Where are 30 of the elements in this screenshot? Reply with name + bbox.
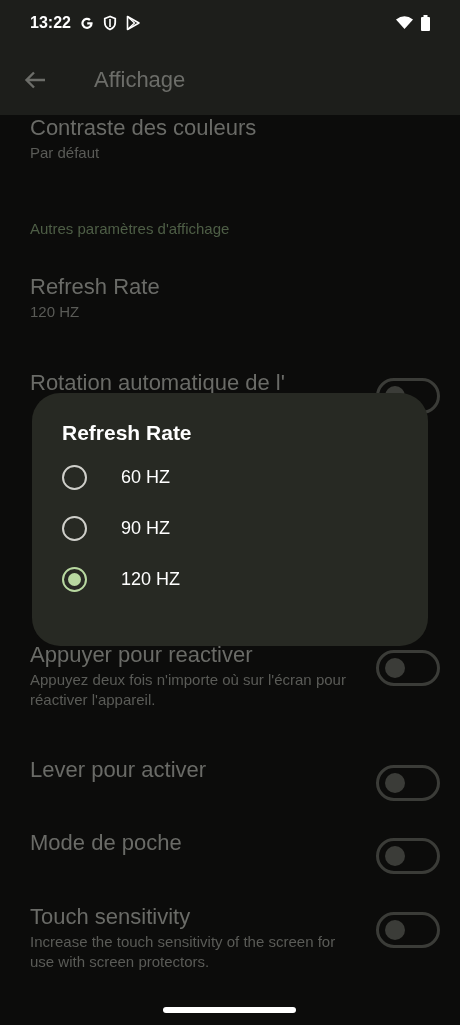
radio-button[interactable] bbox=[62, 465, 87, 490]
option-label[interactable]: 60 HZ bbox=[121, 467, 171, 488]
option-label[interactable]: 90 HZ bbox=[121, 518, 171, 539]
setting-title: Mode de poche bbox=[30, 830, 182, 856]
radio-button[interactable] bbox=[62, 516, 87, 541]
option-label[interactable]: 120 HZ bbox=[121, 569, 181, 590]
toggle-switch[interactable] bbox=[376, 650, 440, 686]
page-title: Affichage bbox=[94, 67, 186, 93]
status-time: 13:22 bbox=[30, 13, 71, 32]
setting-summary: Increase the touch sensitivity of the screen for use with screen protectors. bbox=[30, 932, 337, 972]
back-arrow-icon[interactable] bbox=[24, 71, 46, 89]
setting-title: Appuyer pour reactiver bbox=[30, 642, 254, 668]
toggle-switch[interactable] bbox=[376, 912, 440, 948]
setting-summary: 120 HZ bbox=[30, 302, 81, 322]
battery-icon bbox=[421, 14, 430, 31]
setting-summary: Par défaut bbox=[30, 143, 101, 163]
section-header: Autres paramètres d'affichage bbox=[30, 220, 230, 237]
setting-title: Touch sensitivity bbox=[30, 904, 192, 930]
shield-icon bbox=[102, 14, 117, 31]
toggle-switch[interactable] bbox=[376, 838, 440, 874]
wifi-icon bbox=[396, 16, 413, 29]
setting-summary: Appuyez deux fois n'importe où sur l'écran pour réactiver l'appareil. bbox=[30, 670, 347, 710]
setting-title: Rotation automatique de l' bbox=[30, 370, 285, 396]
setting-title: Lever pour activer bbox=[30, 757, 207, 783]
dialog-title: Refresh Rate bbox=[62, 421, 193, 445]
toggle-switch[interactable] bbox=[376, 765, 440, 801]
setting-title: Refresh Rate bbox=[30, 274, 160, 300]
play-store-icon bbox=[124, 14, 141, 31]
setting-title: Contraste des couleurs bbox=[30, 115, 257, 141]
radio-button[interactable] bbox=[62, 567, 87, 592]
